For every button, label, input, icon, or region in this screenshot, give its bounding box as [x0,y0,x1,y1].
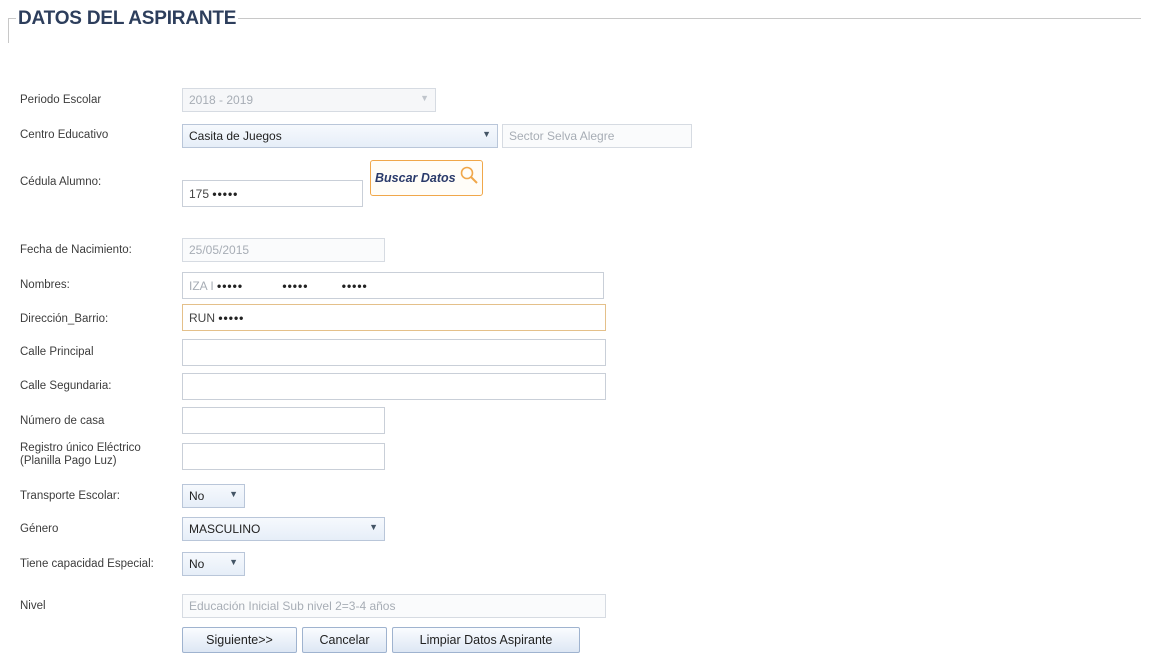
siguiente-button[interactable]: Siguiente>> [182,627,297,653]
chevron-down-icon: ▼ [229,489,238,499]
cancelar-button[interactable]: Cancelar [302,627,387,653]
periodo-label: Periodo Escolar [20,94,102,106]
fieldset-border-left [8,18,9,43]
capacidad-select[interactable]: No ▼ [182,552,245,576]
cedula-prefix: 175 [189,187,210,201]
registro-input[interactable] [182,443,385,470]
direccion-mask: ••••• [218,311,245,325]
search-icon [460,166,478,184]
cedula-label: Cédula Alumno: [20,176,102,188]
nombres-label: Nombres: [20,279,70,291]
nombres-prefix: IZA I [189,279,214,293]
transporte-select[interactable]: No ▼ [182,484,245,508]
capacidad-value: No [189,557,205,571]
centro-select[interactable]: Casita de Juegos ▼ [182,124,498,148]
chevron-down-icon: ▼ [229,557,238,567]
buscar-label: Buscar Datos [375,171,456,185]
limpiar-button[interactable]: Limpiar Datos Aspirante [392,627,580,653]
transporte-value: No [189,489,205,503]
calle-principal-input[interactable] [182,339,606,366]
registro-label-line1: Registro único Eléctrico [20,442,141,454]
calle-secundaria-label: Calle Segundaria: [20,380,112,392]
direccion-label: Dirección_Barrio: [20,313,109,325]
calle-principal-label: Calle Principal [20,346,94,358]
direccion-prefix: RUN [189,311,215,325]
chevron-down-icon: ▼ [482,129,491,139]
nombres-mask-3: ••••• [341,279,368,293]
genero-select[interactable]: MASCULINO ▼ [182,517,385,541]
nombres-field: IZA I ••••• ••••• ••••• [182,272,604,299]
numero-casa-input[interactable] [182,407,385,434]
transporte-label: Transporte Escolar: [20,490,120,502]
buscar-datos-button[interactable]: Buscar Datos [370,160,483,196]
registro-label-line2: (Planilla Pago Luz) [20,455,117,467]
genero-label: Género [20,523,59,535]
cedula-input[interactable]: 175 ••••• [182,180,363,207]
fecha-field: 25/05/2015 [182,238,385,262]
chevron-down-icon: ▼ [369,522,378,532]
chevron-down-icon: ▼ [420,93,429,103]
cedula-mask: ••••• [212,187,239,201]
direccion-input[interactable]: RUN ••••• [182,304,606,331]
numero-casa-label: Número de casa [20,415,105,427]
nombres-mask-1: ••••• [217,279,244,293]
genero-value: MASCULINO [189,522,261,536]
periodo-value: 2018 - 2019 [189,93,254,107]
nombres-mask-2: ••••• [282,279,309,293]
periodo-select[interactable]: 2018 - 2019 ▼ [182,88,436,112]
form-title: DATOS DEL ASPIRANTE [16,8,239,30]
sector-field: Sector Selva Alegre [502,124,692,148]
nivel-label: Nivel [20,600,46,612]
calle-secundaria-input[interactable] [182,373,606,400]
nivel-field: Educación Inicial Sub nivel 2=3-4 años [182,594,606,618]
registro-label: Registro único Eléctrico (Planilla Pago … [20,442,141,468]
centro-value: Casita de Juegos [189,129,282,143]
fecha-label: Fecha de Nacimiento: [20,244,132,256]
centro-label: Centro Educativo [20,129,109,141]
capacidad-label: Tiene capacidad Especial: [20,558,154,570]
